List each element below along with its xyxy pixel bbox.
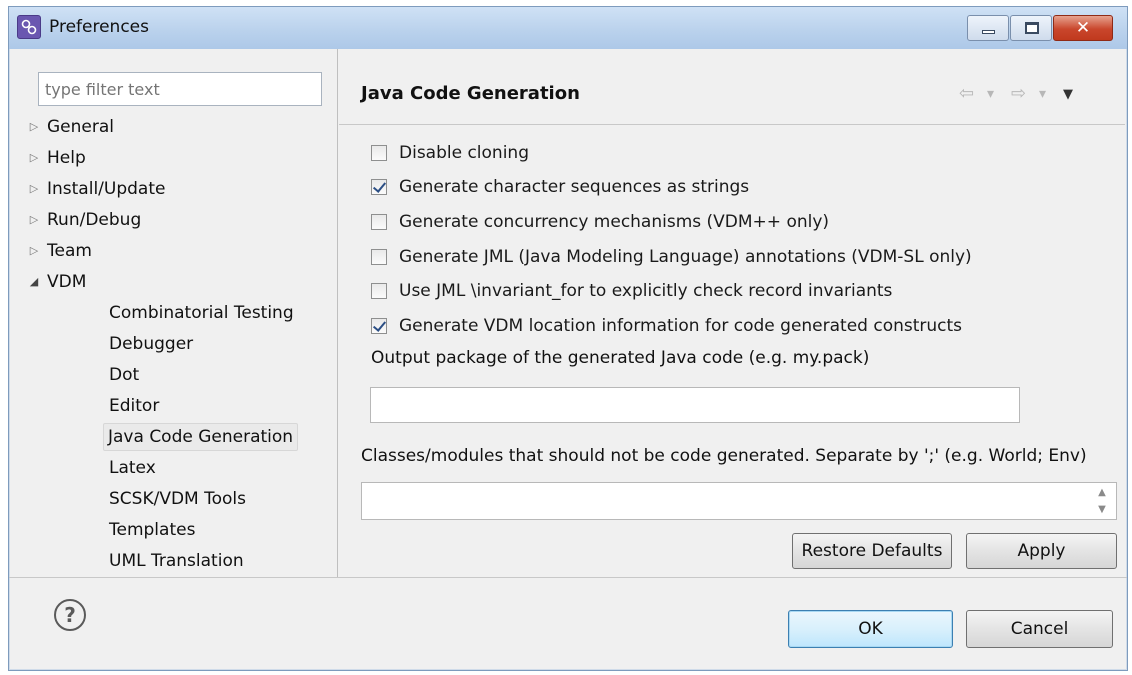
collapse-arrow-icon[interactable]: ◢: [27, 269, 41, 295]
footer-separator: [9, 577, 1127, 578]
tree-item-label: SCSK/VDM Tools: [109, 489, 246, 509]
option-label: Generate JML (Java Modeling Language) an…: [399, 247, 972, 267]
concurrency-checkbox[interactable]: [371, 214, 387, 230]
expand-arrow-icon[interactable]: ▷: [27, 114, 41, 140]
apply-button[interactable]: Apply: [966, 533, 1117, 569]
header-separator: [339, 124, 1125, 125]
package-input[interactable]: [370, 387, 1020, 423]
tree-item-label: Templates: [109, 520, 196, 540]
jml-invariant-checkbox[interactable]: [371, 283, 387, 299]
ok-button[interactable]: OK: [788, 610, 953, 648]
window-title: Preferences: [49, 17, 149, 37]
tree-item-label: VDM: [47, 272, 87, 292]
option-label: Use JML \invariant_for to explicitly che…: [399, 281, 893, 301]
package-label: Output package of the generated Java cod…: [371, 348, 870, 368]
tree-item-combinatorial-testing[interactable]: Combinatorial Testing: [109, 300, 294, 326]
tree-item-latex[interactable]: Latex: [109, 455, 156, 481]
tree-item-label: Editor: [109, 396, 160, 416]
cancel-button[interactable]: Cancel: [966, 610, 1113, 648]
option-label: Generate concurrency mechanisms (VDM++ o…: [399, 212, 830, 232]
title-bar[interactable]: Preferences ✕: [9, 7, 1127, 49]
app-icon: [17, 15, 41, 39]
tree-item-debugger[interactable]: Debugger: [109, 331, 193, 357]
help-icon[interactable]: ?: [54, 599, 86, 631]
option-label: Generate character sequences as strings: [399, 177, 750, 197]
classes-label: Classes/modules that should not be code …: [361, 446, 1087, 466]
page-header: Java Code Generation ⇦ ▾ ⇨ ▾ ▼: [339, 65, 1125, 123]
tree-item-scsk-vdm-tools[interactable]: SCSK/VDM Tools: [109, 486, 246, 512]
tree-item-label: Help: [47, 148, 86, 168]
tree-item-label: General: [47, 117, 114, 137]
restore-defaults-button[interactable]: Restore Defaults: [792, 533, 952, 569]
tree-item-label: Combinatorial Testing: [109, 303, 294, 323]
expand-arrow-icon[interactable]: ▷: [27, 176, 41, 202]
forward-dropdown-icon[interactable]: ▾: [1039, 86, 1046, 102]
tree-item-label: Team: [47, 241, 92, 261]
scroll-up-icon[interactable]: ▲: [1098, 487, 1106, 498]
tree-item-uml-translation[interactable]: UML Translation: [109, 548, 244, 574]
filter-input[interactable]: [38, 72, 322, 106]
tree-item-label: Install/Update: [47, 179, 166, 199]
tree-item-label: Latex: [109, 458, 156, 478]
tree-item-java-code-generation[interactable]: Java Code Generation: [103, 423, 299, 451]
expand-arrow-icon[interactable]: ▷: [27, 238, 41, 264]
expand-arrow-icon[interactable]: ▷: [27, 145, 41, 171]
option-label: Generate VDM location information for co…: [399, 316, 963, 336]
tree-item-label: Java Code Generation: [108, 427, 294, 447]
close-button[interactable]: ✕: [1053, 15, 1113, 41]
tree-item-editor[interactable]: Editor: [109, 393, 159, 419]
tree-item-label: Debugger: [109, 334, 194, 354]
expand-arrow-icon[interactable]: ▷: [27, 207, 41, 233]
char-sequences-checkbox[interactable]: [371, 179, 387, 195]
scroll-down-icon[interactable]: ▼: [1098, 504, 1106, 515]
tree-item-templates[interactable]: Templates: [109, 517, 195, 543]
close-icon: ✕: [1075, 18, 1091, 38]
page-title: Java Code Generation: [361, 83, 580, 104]
forward-icon[interactable]: ⇨: [1011, 83, 1026, 104]
classes-input[interactable]: ▲ ▼: [361, 482, 1117, 520]
maximize-button[interactable]: [1010, 15, 1052, 41]
classes-scrollbar[interactable]: ▲ ▼: [1090, 483, 1114, 519]
back-icon[interactable]: ⇦: [959, 83, 974, 104]
minimize-button[interactable]: [967, 15, 1009, 41]
tree-item-label: Run/Debug: [47, 210, 142, 230]
jml-annotations-checkbox[interactable]: [371, 249, 387, 265]
view-menu-icon[interactable]: ▼: [1063, 87, 1073, 102]
back-dropdown-icon[interactable]: ▾: [987, 86, 994, 102]
maximize-icon: [1025, 22, 1039, 34]
minimize-icon: [982, 30, 995, 34]
preferences-window: Preferences ✕ ▷ General ▷ Help ▷ Install…: [8, 6, 1128, 671]
tree-item-dot[interactable]: Dot: [109, 362, 139, 388]
option-label: Disable cloning: [399, 143, 529, 163]
disable-cloning-checkbox[interactable]: [371, 145, 387, 161]
tree-item-label: Dot: [109, 365, 140, 385]
tree-item-label: UML Translation: [109, 551, 244, 571]
vdm-location-checkbox[interactable]: [371, 318, 387, 334]
panel-divider[interactable]: [337, 49, 338, 577]
